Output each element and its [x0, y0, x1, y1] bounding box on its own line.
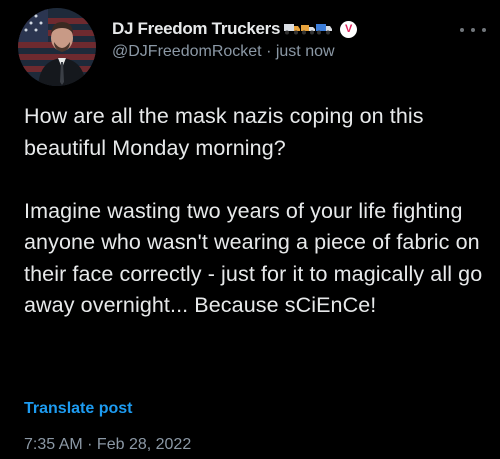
- author-handle[interactable]: @DJFreedomRocket: [112, 43, 262, 60]
- post-header: DJ Freedom Truckers V @DJFreedomRocket ·…: [112, 18, 472, 61]
- verified-badge-icon: V: [340, 20, 358, 38]
- tweet-paragraph-1: How are all the mask nazis coping on thi…: [24, 104, 424, 160]
- truck-emoji-icon: [301, 25, 316, 35]
- tweet-body: How are all the mask nazis coping on thi…: [24, 101, 489, 322]
- tweet-paragraph-2: Imagine wasting two years of your life f…: [24, 198, 483, 318]
- more-options-button[interactable]: [460, 22, 486, 38]
- author-name-row: DJ Freedom Truckers V: [112, 18, 472, 40]
- truck-emoji-icon: [284, 24, 301, 35]
- author-handle-row: @DJFreedomRocket · just now: [112, 43, 472, 61]
- avatar[interactable]: [18, 8, 96, 86]
- author-display-name[interactable]: DJ Freedom Truckers: [112, 19, 280, 39]
- post-timestamp[interactable]: 7:35 AM · Feb 28, 2022: [24, 436, 191, 454]
- truck-emoji-group: [284, 23, 333, 35]
- tweet-post: DJ Freedom Truckers V @DJFreedomRocket ·…: [0, 0, 500, 459]
- avatar-image: [18, 8, 96, 86]
- translate-post-link[interactable]: Translate post: [24, 400, 132, 418]
- more-horizontal-icon: [471, 28, 475, 32]
- more-horizontal-icon: [460, 28, 464, 32]
- truck-emoji-icon: [316, 24, 333, 35]
- more-horizontal-icon: [482, 28, 486, 32]
- relative-time[interactable]: just now: [276, 43, 335, 60]
- handle-separator: ·: [261, 43, 276, 60]
- verified-badge-letter: V: [344, 22, 353, 35]
